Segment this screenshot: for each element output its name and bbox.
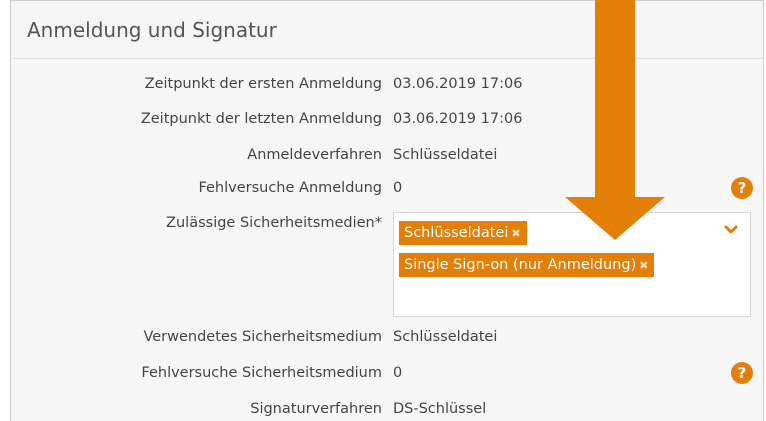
- login-signature-panel: Anmeldung und Signatur Zeitpunkt der ers…: [10, 0, 764, 421]
- close-icon[interactable]: ✖: [511, 227, 520, 240]
- chip-label: Schlüsseldatei: [404, 225, 509, 241]
- field-label: Zeitpunkt der letzten Anmeldung: [140, 111, 382, 127]
- question-circle-icon[interactable]: ?: [731, 177, 753, 199]
- chevron-down-icon[interactable]: [724, 225, 738, 235]
- close-icon[interactable]: ✖: [639, 259, 648, 272]
- panel-title: Anmeldung und Signatur: [27, 17, 277, 42]
- field-value: 03.06.2019 17:06: [393, 76, 523, 92]
- field-label: Zeitpunkt der ersten Anmeldung: [144, 76, 382, 92]
- info-row-login-method: Anmeldeverfahren Schlüsseldatei: [11, 141, 763, 169]
- info-row-login-failures: Fehlversuche Anmeldung 0 ?: [11, 174, 763, 202]
- info-row-signature-method: Signaturverfahren DS-Schlüssel: [11, 395, 763, 421]
- field-label: Anmeldeverfahren: [247, 147, 382, 163]
- chip-label: Single Sign-on (nur Anmeldung): [404, 257, 637, 273]
- info-row-first-login: Zeitpunkt der ersten Anmeldung 03.06.201…: [11, 70, 763, 98]
- field-label: Fehlversuche Anmeldung: [198, 180, 382, 196]
- field-label: Fehlversuche Sicherheitsmedium: [141, 365, 382, 381]
- panel-header: Anmeldung und Signatur: [11, 1, 763, 59]
- field-value: 03.06.2019 17:06: [393, 111, 523, 127]
- field-value: Schlüsseldatei: [393, 329, 498, 345]
- question-circle-icon[interactable]: ?: [731, 362, 753, 384]
- allowed-media-multiselect[interactable]: Schlüsseldatei ✖ Single Sign-on (nur Anme…: [393, 212, 751, 317]
- field-label: Signaturverfahren: [250, 401, 382, 417]
- field-value: Schlüsseldatei: [393, 147, 498, 163]
- media-chip: Schlüsseldatei ✖: [399, 221, 527, 245]
- field-value: 0: [393, 180, 403, 196]
- field-value: DS-Schlüssel: [393, 401, 487, 417]
- info-row-medium-failures: Fehlversuche Sicherheitsmedium 0 ?: [11, 359, 763, 387]
- field-label: Zulässige Sicherheitsmedien*: [166, 215, 382, 231]
- screen: Anmeldung und Signatur Zeitpunkt der ers…: [0, 0, 766, 421]
- media-chip: Single Sign-on (nur Anmeldung) ✖: [399, 253, 655, 277]
- info-row-last-login: Zeitpunkt der letzten Anmeldung 03.06.20…: [11, 105, 763, 133]
- field-value: 0: [393, 365, 403, 381]
- info-row-used-medium: Verwendetes Sicherheitsmedium Schlüsseld…: [11, 323, 763, 351]
- field-label: Verwendetes Sicherheitsmedium: [143, 329, 382, 345]
